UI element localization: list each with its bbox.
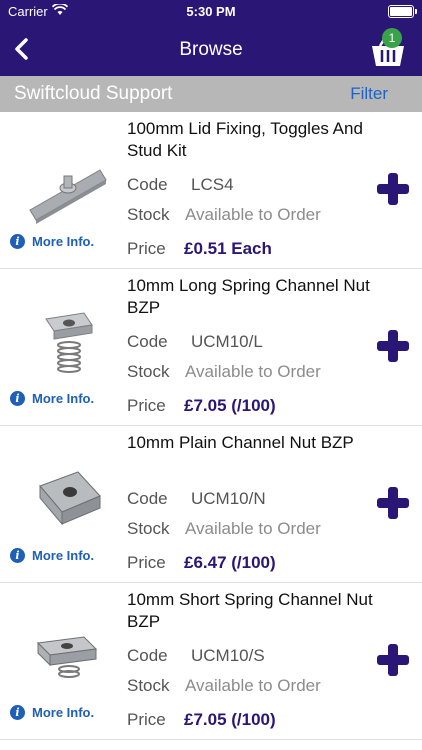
code-label: Code [127,332,168,351]
code-label: Code [127,646,168,665]
product-code: LCS4 [191,175,234,194]
add-to-basket-plus-icon[interactable] [376,329,410,363]
code-label: Code [127,489,168,508]
product-image [29,169,107,224]
product-row[interactable]: i More Info. 10mm Short Spring Channel N… [0,583,422,740]
product-code: UCM10/L [191,332,263,351]
info-icon: i [10,234,25,249]
stock-status: Available to Order [185,676,321,695]
battery-icon [388,5,417,18]
more-info-label: More Info. [32,234,95,249]
more-info-link[interactable]: i More Info. [10,705,94,720]
product-image [45,312,93,373]
more-info-link[interactable]: i More Info. [10,391,94,406]
product-list: i More Info. 100mm Lid Fixing, Toggles A… [0,112,422,740]
product-code: UCM10/N [191,489,266,508]
filter-button[interactable]: Filter [350,84,388,104]
product-name: 10mm Short Spring Channel Nut BZP [127,590,373,631]
more-info-link[interactable]: i More Info. [10,234,94,249]
list-bottom-edge [0,740,422,750]
more-info-label: More Info. [32,548,95,563]
add-to-basket-plus-icon[interactable] [376,172,410,206]
product-price: £6.47 (/100) [184,553,276,572]
clock: 5:30 PM [186,4,236,19]
price-label: Price [127,239,166,258]
status-bar: Carrier 5:30 PM [0,0,422,22]
product-name: 10mm Plain Channel Nut BZP [127,433,354,452]
page-title: Browse [179,39,243,60]
basket-count-badge: 1 [382,28,402,48]
product-price: £7.05 (/100) [184,396,276,415]
stock-status: Available to Order [185,205,321,224]
more-info-label: More Info. [32,391,95,406]
more-info-label: More Info. [32,705,95,720]
stock-status: Available to Order [185,362,321,381]
stock-status: Available to Order [185,519,321,538]
stock-label: Stock [127,362,170,381]
product-price: £0.51 Each [184,239,272,258]
info-icon: i [10,705,25,720]
product-name: 10mm Long Spring Channel Nut BZP [127,276,370,317]
supplier-header: Swiftcloud Support Filter [0,76,422,112]
more-info-link[interactable]: i More Info. [10,548,94,563]
navigation-bar: Browse 1 [0,22,422,76]
product-price: £7.05 (/100) [184,710,276,729]
price-label: Price [127,710,166,729]
info-icon: i [10,548,25,563]
product-name: 100mm Lid Fixing, Toggles And Stud Kit [127,119,363,160]
product-row[interactable]: i More Info. 10mm Plain Channel Nut BZP … [0,426,422,583]
price-label: Price [127,396,166,415]
product-code: UCM10/S [191,646,265,665]
add-to-basket-plus-icon[interactable] [376,486,410,520]
product-image [39,471,101,526]
product-image [36,636,98,678]
stock-label: Stock [127,205,170,224]
info-icon: i [10,391,25,406]
price-label: Price [127,553,166,572]
stock-label: Stock [127,676,170,695]
product-row[interactable]: i More Info. 100mm Lid Fixing, Toggles A… [0,112,422,269]
code-label: Code [127,175,168,194]
stock-label: Stock [127,519,170,538]
supplier-title: Swiftcloud Support [14,83,173,104]
product-row[interactable]: i More Info. 10mm Long Spring Channel Nu… [0,269,422,426]
add-to-basket-plus-icon[interactable] [376,643,410,677]
